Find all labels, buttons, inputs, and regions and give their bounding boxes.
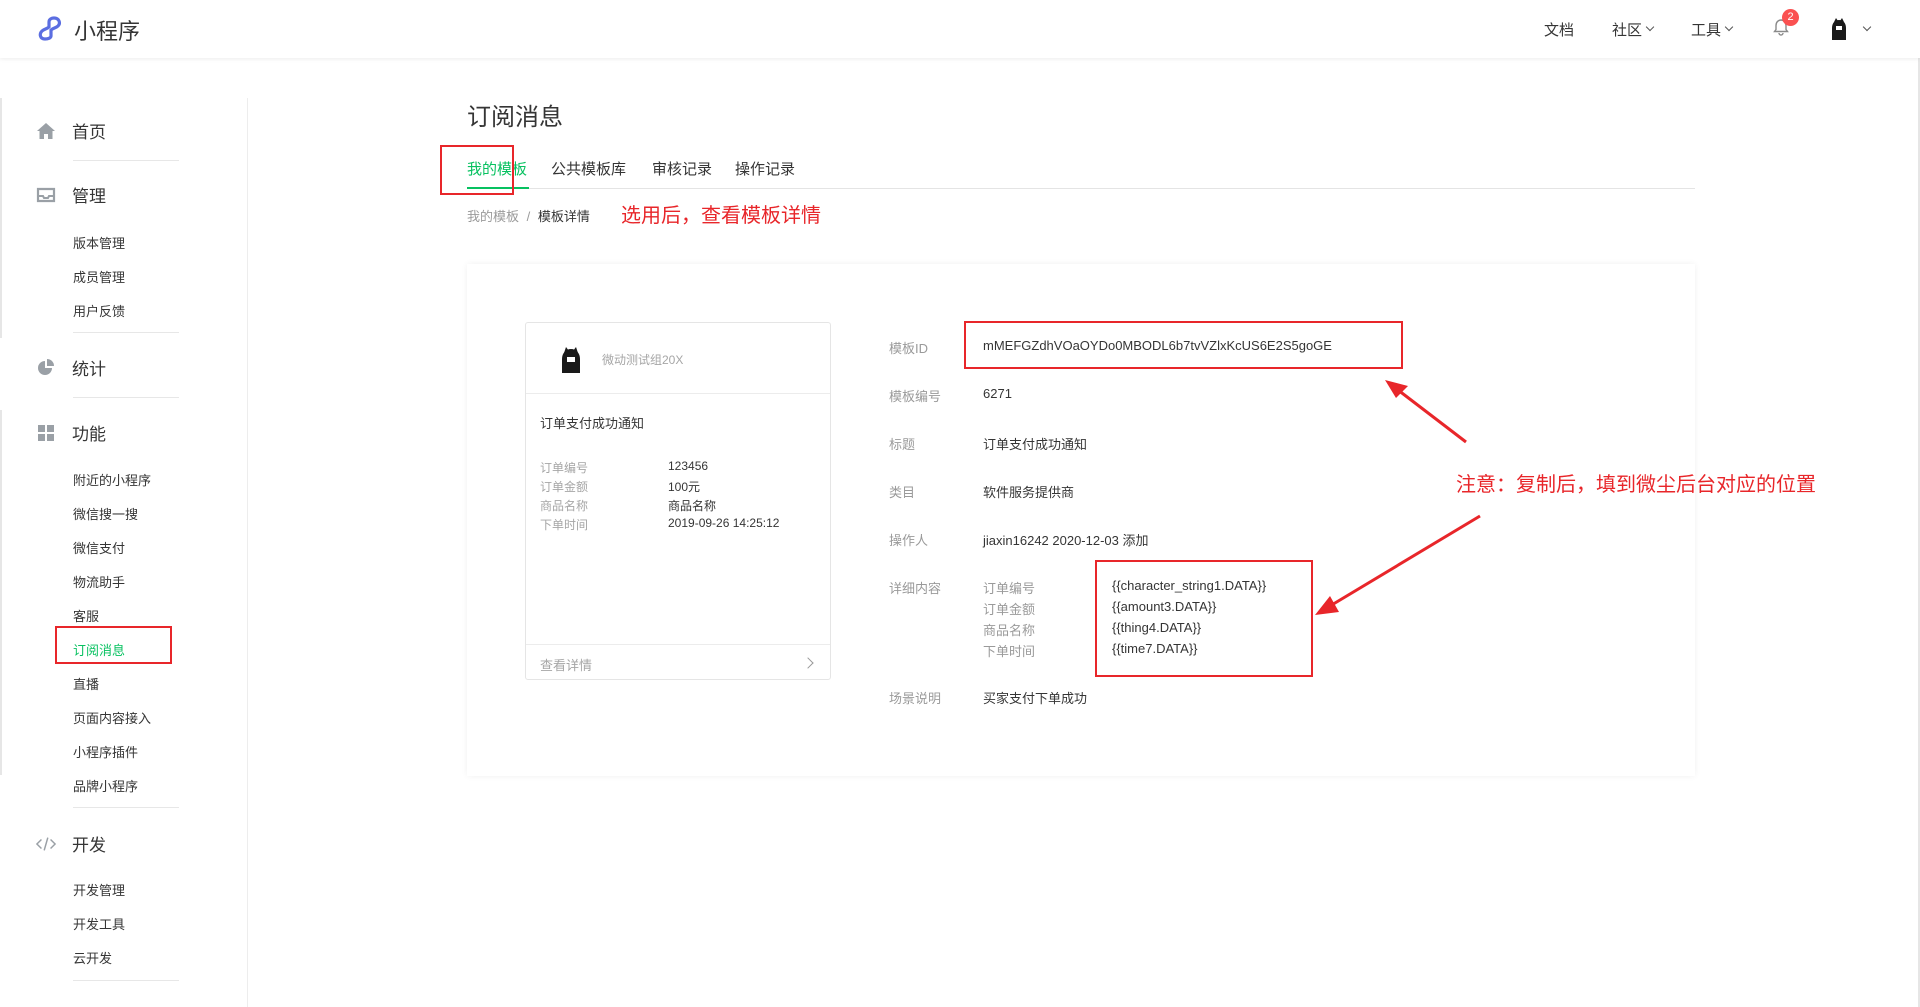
top-nav: 文档 社区 工具 2 — [1506, 0, 1872, 58]
nav-docs[interactable]: 文档 — [1544, 19, 1574, 40]
arrow-to-template-id — [1397, 388, 1467, 444]
chevron-down-icon — [1645, 22, 1655, 32]
notification-button[interactable]: 2 — [1772, 9, 1799, 40]
account-menu[interactable] — [1826, 16, 1872, 42]
notification-badge: 2 — [1782, 9, 1799, 26]
logo-text: 小程序 — [74, 19, 141, 44]
avatar — [1826, 16, 1852, 42]
top-bar: 小程序 文档 社区 工具 2 — [0, 0, 1920, 58]
chevron-down-icon — [1862, 22, 1872, 32]
arrowhead-icon — [1315, 596, 1339, 615]
chevron-down-icon — [1724, 22, 1734, 32]
nav-community[interactable]: 社区 — [1612, 19, 1655, 40]
miniprogram-logo-icon — [38, 16, 61, 41]
nav-tools[interactable]: 工具 — [1691, 19, 1734, 40]
logo[interactable]: 小程序 — [36, 14, 140, 46]
arrow-to-keywords — [1329, 514, 1481, 608]
annotation-arrows — [1315, 380, 1481, 615]
